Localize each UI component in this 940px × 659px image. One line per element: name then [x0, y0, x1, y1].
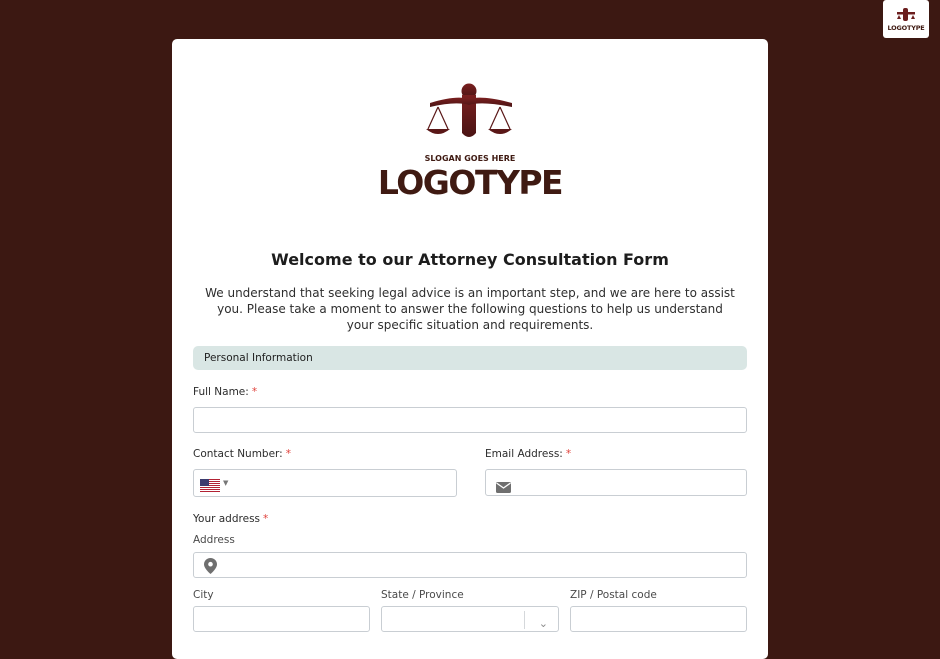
envelope-icon: [496, 478, 511, 497]
brand-slogan: SLOGAN GOES HERE: [424, 154, 516, 163]
brand-header: SLOGAN GOES HERE LOGOTYPE: [172, 83, 768, 202]
required-mark: *: [565, 448, 572, 460]
email-address-label-text: Email Address:: [485, 448, 563, 460]
city-field[interactable]: [193, 606, 370, 632]
form-title: Welcome to our Attorney Consultation For…: [271, 250, 669, 269]
form-intro: We understand that seeking legal advice …: [205, 286, 735, 332]
section-personal-information: Personal Information: [193, 346, 747, 370]
full-name-field[interactable]: [193, 407, 747, 433]
form-card: SLOGAN GOES HERE LOGOTYPE Welcome to our…: [172, 39, 768, 659]
us-flag-icon[interactable]: [200, 477, 220, 496]
corner-logo-text: LOGOTYPE: [887, 23, 925, 32]
full-name-input[interactable]: [194, 408, 746, 432]
required-mark: *: [285, 448, 291, 460]
map-pin-icon: [204, 558, 217, 578]
email-address-label: Email Address: *: [485, 448, 571, 460]
address-field[interactable]: [193, 552, 747, 578]
address-input[interactable]: [194, 553, 746, 577]
contact-number-label: Contact Number: *: [193, 448, 291, 460]
your-address-label: Your address *: [193, 513, 268, 525]
scales-of-justice-icon: [426, 83, 512, 137]
contact-number-field[interactable]: ▼: [193, 469, 457, 497]
your-address-label-text: Your address: [193, 513, 261, 525]
contact-number-input[interactable]: [194, 470, 456, 496]
full-name-label-text: Full Name:: [193, 386, 249, 398]
contact-number-label-text: Contact Number:: [193, 448, 283, 460]
chevron-down-icon[interactable]: ▼: [223, 479, 228, 487]
state-sublabel: State / Province: [381, 589, 464, 601]
zip-input[interactable]: [571, 607, 746, 631]
zip-field[interactable]: [570, 606, 747, 632]
address-sublabel: Address: [193, 534, 235, 546]
email-address-input[interactable]: [486, 470, 746, 495]
state-select[interactable]: ⌄: [381, 606, 559, 632]
city-input[interactable]: [194, 607, 369, 631]
brand-logotype: LOGOTYPE: [377, 163, 564, 202]
select-separator: [524, 611, 525, 629]
scales-logo-icon: [897, 7, 915, 21]
chevron-down-icon[interactable]: ⌄: [539, 617, 548, 630]
full-name-label: Full Name: *: [193, 386, 257, 398]
email-address-field[interactable]: [485, 469, 747, 496]
required-mark: *: [263, 513, 269, 525]
zip-sublabel: ZIP / Postal code: [570, 589, 657, 601]
city-sublabel: City: [193, 589, 214, 601]
corner-logo[interactable]: LOGOTYPE: [883, 0, 929, 38]
required-mark: *: [251, 386, 258, 398]
